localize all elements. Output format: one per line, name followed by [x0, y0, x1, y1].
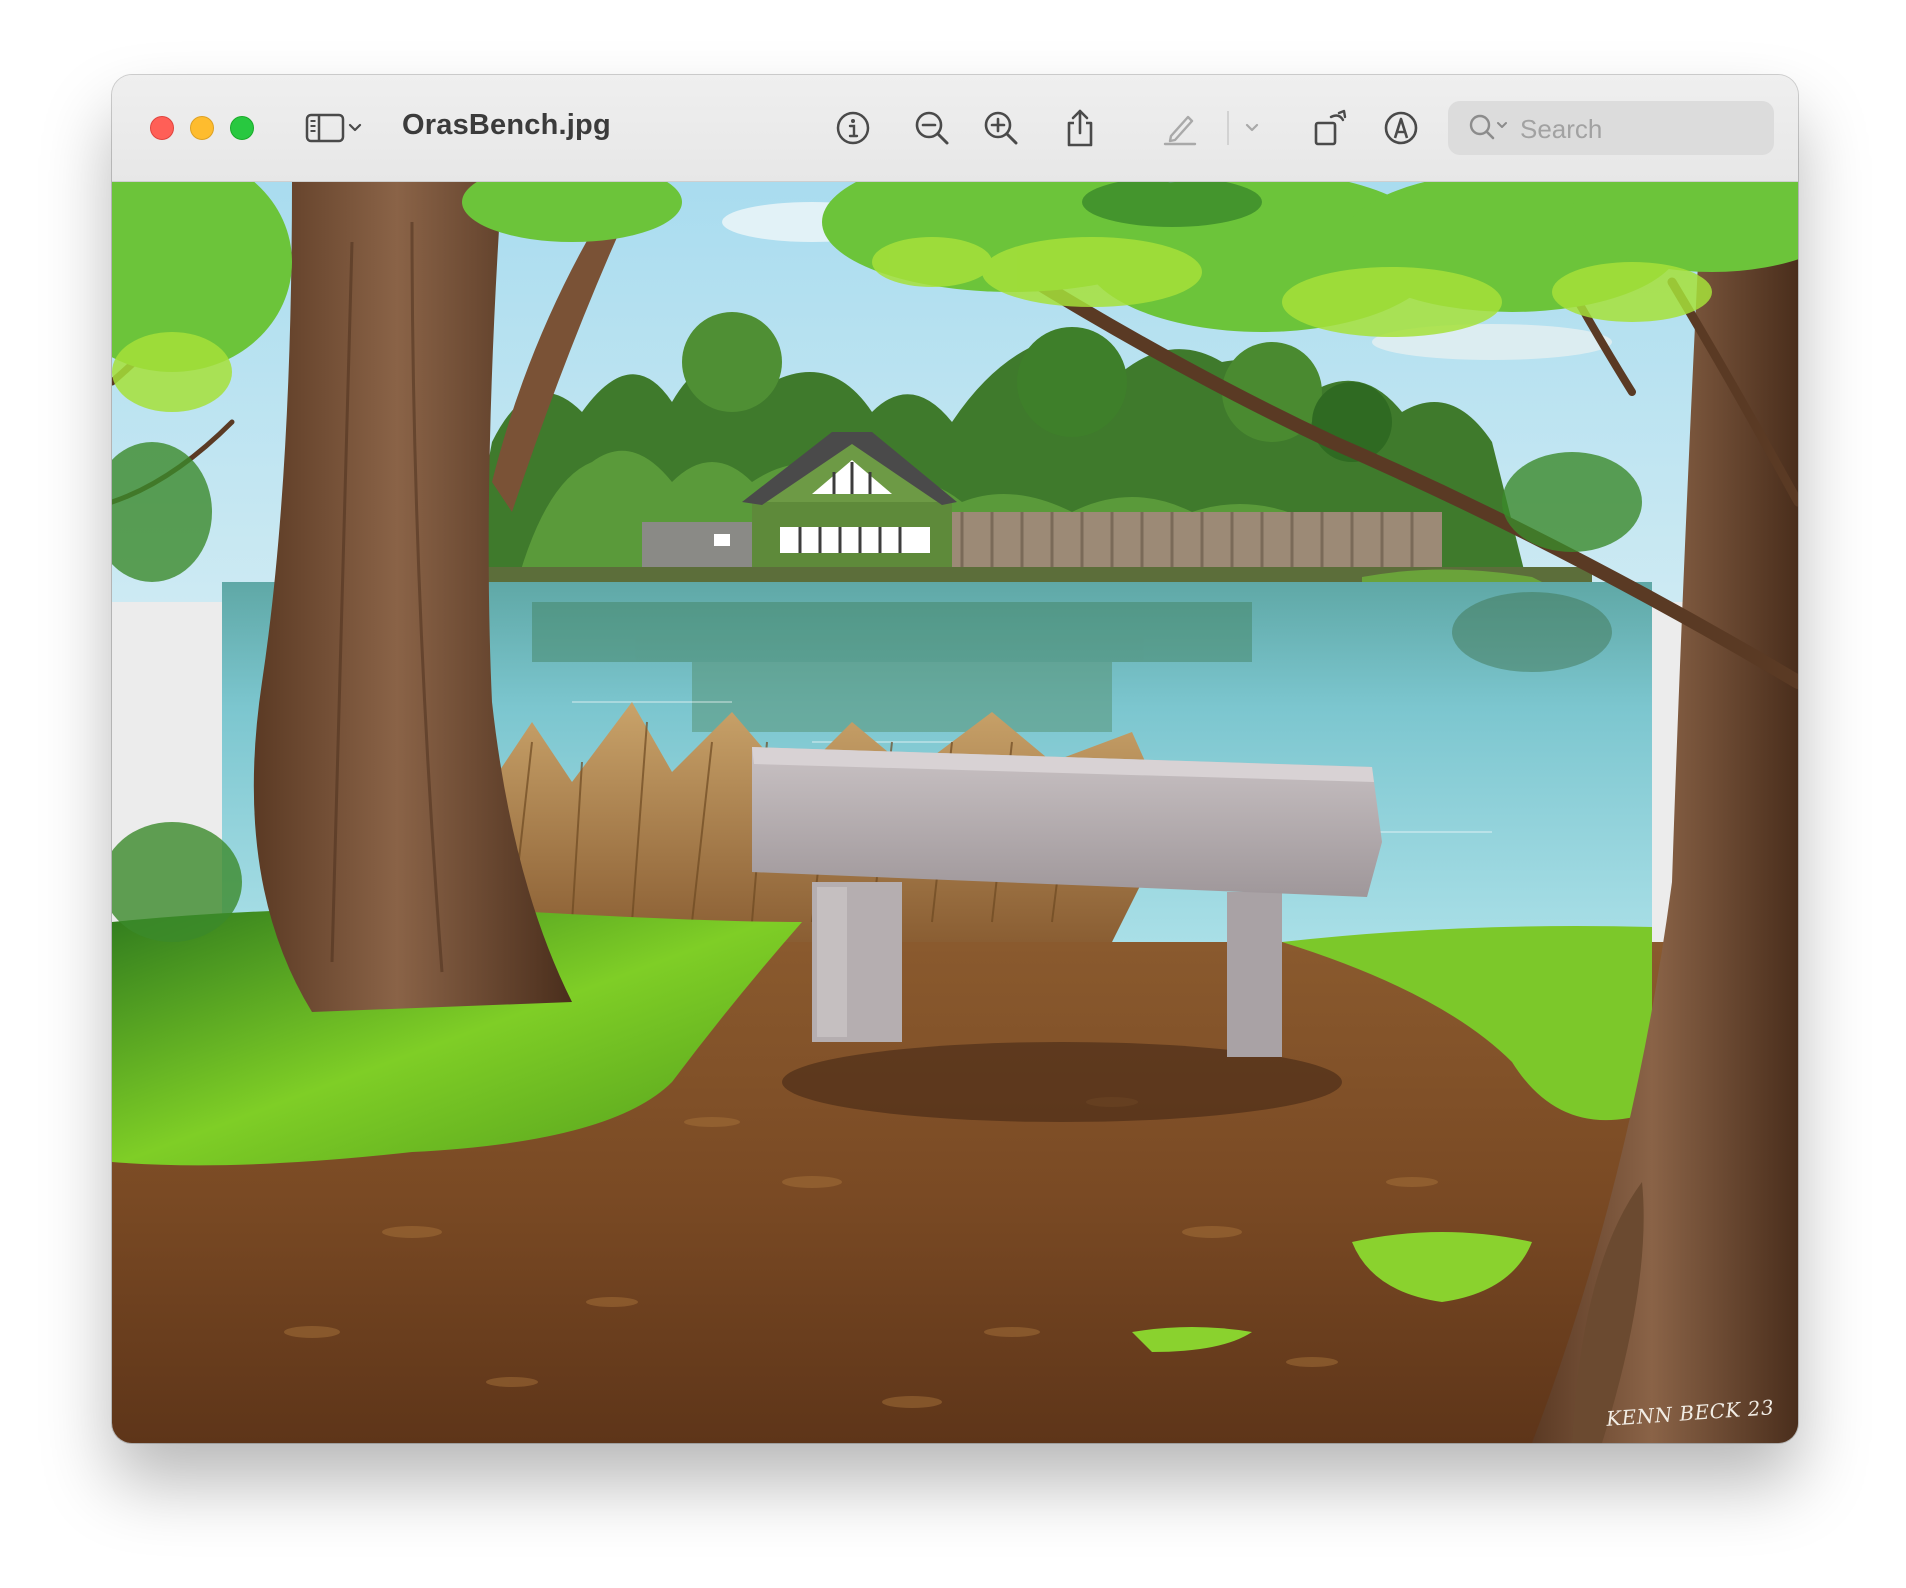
- zoom-out-icon: [915, 111, 949, 145]
- rotate-icon: [1314, 109, 1347, 146]
- annotate-button[interactable]: [1378, 105, 1424, 151]
- info-icon: [836, 111, 870, 145]
- markup-circle-icon: [1384, 111, 1418, 145]
- painting-image: [112, 182, 1798, 1443]
- markup-menu-button[interactable]: [1237, 105, 1267, 151]
- close-button[interactable]: [150, 116, 174, 140]
- markup-button[interactable]: [1157, 105, 1203, 151]
- info-button[interactable]: [830, 105, 876, 151]
- sidebar-menu-button[interactable]: [342, 105, 368, 151]
- sidebar-icon: [305, 113, 345, 143]
- search-field[interactable]: [1448, 101, 1774, 157]
- zoom-out-button[interactable]: [909, 105, 955, 151]
- zoom-in-icon: [984, 111, 1018, 145]
- search-input[interactable]: [1518, 101, 1762, 157]
- window-title: OrasBench.jpg: [402, 109, 611, 141]
- zoom-in-button[interactable]: [978, 105, 1024, 151]
- pencil-icon: [1163, 115, 1197, 146]
- preview-window: OrasBench.jpg Search KENN BECK 23: [112, 75, 1798, 1443]
- search-icon: [1469, 114, 1507, 140]
- toolbar-divider: [1227, 111, 1229, 145]
- share-button[interactable]: [1057, 105, 1103, 151]
- share-icon: [1067, 109, 1093, 147]
- titlebar[interactable]: OrasBench.jpg: [112, 75, 1798, 182]
- maximize-button[interactable]: [230, 116, 254, 140]
- image-viewer: KENN BECK 23: [112, 182, 1798, 1443]
- minimize-button[interactable]: [190, 116, 214, 140]
- chevron-down-icon: [1245, 123, 1259, 132]
- rotate-button[interactable]: [1308, 105, 1354, 151]
- chevron-down-icon: [348, 123, 362, 132]
